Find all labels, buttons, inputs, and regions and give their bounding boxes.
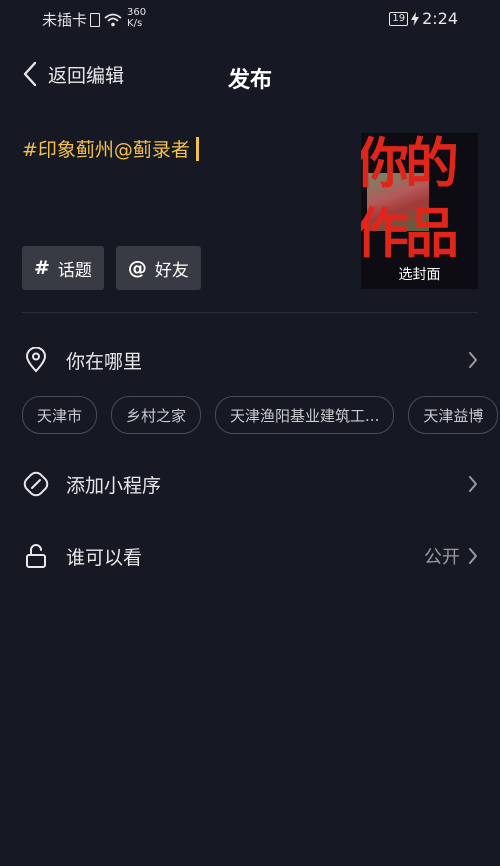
mention-friend-button[interactable]: @ 好友 xyxy=(115,246,201,290)
visibility-row-right: 公开 xyxy=(424,543,478,569)
status-right: 19 2:24 xyxy=(389,9,458,28)
link-icon xyxy=(22,470,50,498)
tag-chips: # 话题 @ 好友 xyxy=(22,246,201,290)
clock: 2:24 xyxy=(422,9,458,28)
at-sign-icon: @ xyxy=(127,257,147,279)
chevron-right-icon xyxy=(469,352,477,368)
carrier-text: 未插卡 xyxy=(42,11,88,29)
visibility-value: 公开 xyxy=(424,547,460,568)
visibility-label: 谁可以看 xyxy=(66,546,143,569)
chevron-right-icon xyxy=(469,476,477,492)
net-speed-value: 360 xyxy=(127,6,147,18)
location-chip[interactable]: 天津市 xyxy=(22,396,98,434)
cover-overlay-line2: 作品 xyxy=(361,202,459,265)
caption-text: #印象蓟州@蓟录者 xyxy=(22,139,190,161)
friend-label: 好友 xyxy=(154,260,189,281)
page-title: 发布 xyxy=(227,68,272,93)
status-left: 未插卡 360 K/s xyxy=(42,7,146,30)
battery-indicator: 19 xyxy=(389,11,409,26)
visibility-row[interactable]: 谁可以看 公开 xyxy=(22,534,482,578)
sim-icon xyxy=(90,12,101,27)
location-row-right xyxy=(468,351,478,369)
mini-program-row-right xyxy=(468,475,478,493)
location-label: 你在哪里 xyxy=(66,350,143,373)
text-cursor xyxy=(195,136,199,161)
chevron-right-icon xyxy=(469,548,477,564)
nav-bar: 返回编辑 发布 xyxy=(0,48,500,104)
location-row[interactable]: 你在哪里 xyxy=(22,338,482,382)
location-chip[interactable]: 天津益博 xyxy=(408,396,499,434)
select-cover-label: 选封面 xyxy=(398,267,441,283)
mini-program-label: 添加小程序 xyxy=(66,474,162,497)
topic-label: 话题 xyxy=(57,260,92,281)
location-pin-icon xyxy=(22,346,50,374)
wifi-icon xyxy=(104,13,122,26)
net-speed-unit: K/s xyxy=(127,17,143,29)
cover-thumbnail[interactable]: 你的 作品 选封面 xyxy=(361,133,478,289)
lock-icon xyxy=(22,542,50,570)
location-chip[interactable]: 乡村之家 xyxy=(111,396,202,434)
mini-program-row[interactable]: 添加小程序 xyxy=(22,462,482,506)
cover-overlay-text: 你的 作品 xyxy=(361,133,478,269)
topic-button[interactable]: # 话题 xyxy=(22,246,104,290)
location-suggestions: 天津市 乡村之家 天津渔阳基业建筑工... 天津益博 xyxy=(22,396,499,434)
net-speed: 360 K/s xyxy=(127,7,146,29)
divider xyxy=(22,312,478,313)
location-chip[interactable]: 天津渔阳基业建筑工... xyxy=(215,396,395,434)
caption-input[interactable]: #印象蓟州@蓟录者 xyxy=(22,135,199,162)
charging-icon xyxy=(411,11,420,26)
cover-overlay-line1: 你的 xyxy=(361,133,459,195)
hashtag-icon: # xyxy=(34,257,50,279)
status-bar: 未插卡 360 K/s 19 2:24 xyxy=(0,0,500,40)
